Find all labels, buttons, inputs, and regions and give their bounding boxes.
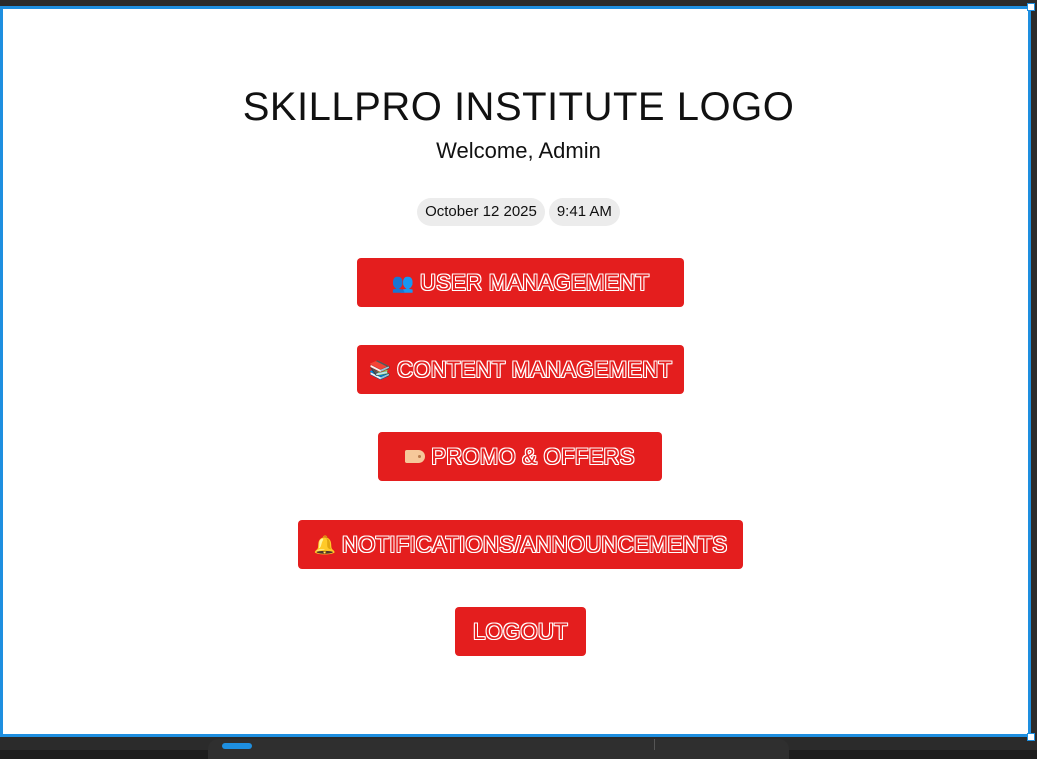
time-pill: 9:41 AM	[548, 198, 620, 226]
promo-offers-label: PROMO & OFFERS	[431, 443, 635, 469]
logout-label: LOGOUT	[473, 618, 568, 644]
admin-dashboard: SKILLPRO INSTITUTE LOGO Welcome, Admin O…	[0, 6, 1031, 737]
toolbar-divider	[654, 739, 655, 750]
notifications-button[interactable]: 🔔 NOTIFICATIONS/ANNOUNCEMENTS	[298, 520, 743, 569]
resize-handle-top-right[interactable]	[1027, 3, 1035, 11]
content-management-button[interactable]: 📚 CONTENT MANAGEMENT	[357, 345, 684, 394]
date-pill: October 12 2025	[417, 198, 545, 226]
date-time-bar: October 12 2025 9:41 AM	[3, 198, 1034, 226]
content-management-label: CONTENT MANAGEMENT	[397, 356, 673, 382]
resize-handle-bottom-right[interactable]	[1027, 733, 1035, 741]
toolbar-indicator	[222, 743, 252, 749]
logout-button[interactable]: LOGOUT	[455, 607, 586, 656]
bottom-toolbar	[208, 739, 789, 759]
notifications-label: NOTIFICATIONS/ANNOUNCEMENTS	[342, 531, 728, 557]
books-icon: 📚	[368, 359, 392, 380]
bell-icon: 🔔	[313, 534, 337, 555]
user-management-label: USER MANAGEMENT	[420, 269, 650, 295]
welcome-message: Welcome, Admin	[436, 138, 601, 163]
promo-offers-button[interactable]: PROMO & OFFERS	[378, 432, 662, 481]
users-icon: 👥	[391, 272, 414, 293]
app-frame: SKILLPRO INSTITUTE LOGO Welcome, Admin O…	[0, 0, 1037, 759]
tag-icon	[405, 450, 426, 463]
institute-logo: SKILLPRO INSTITUTE LOGO	[242, 85, 795, 129]
user-management-button[interactable]: 👥 USER MANAGEMENT	[357, 258, 684, 307]
